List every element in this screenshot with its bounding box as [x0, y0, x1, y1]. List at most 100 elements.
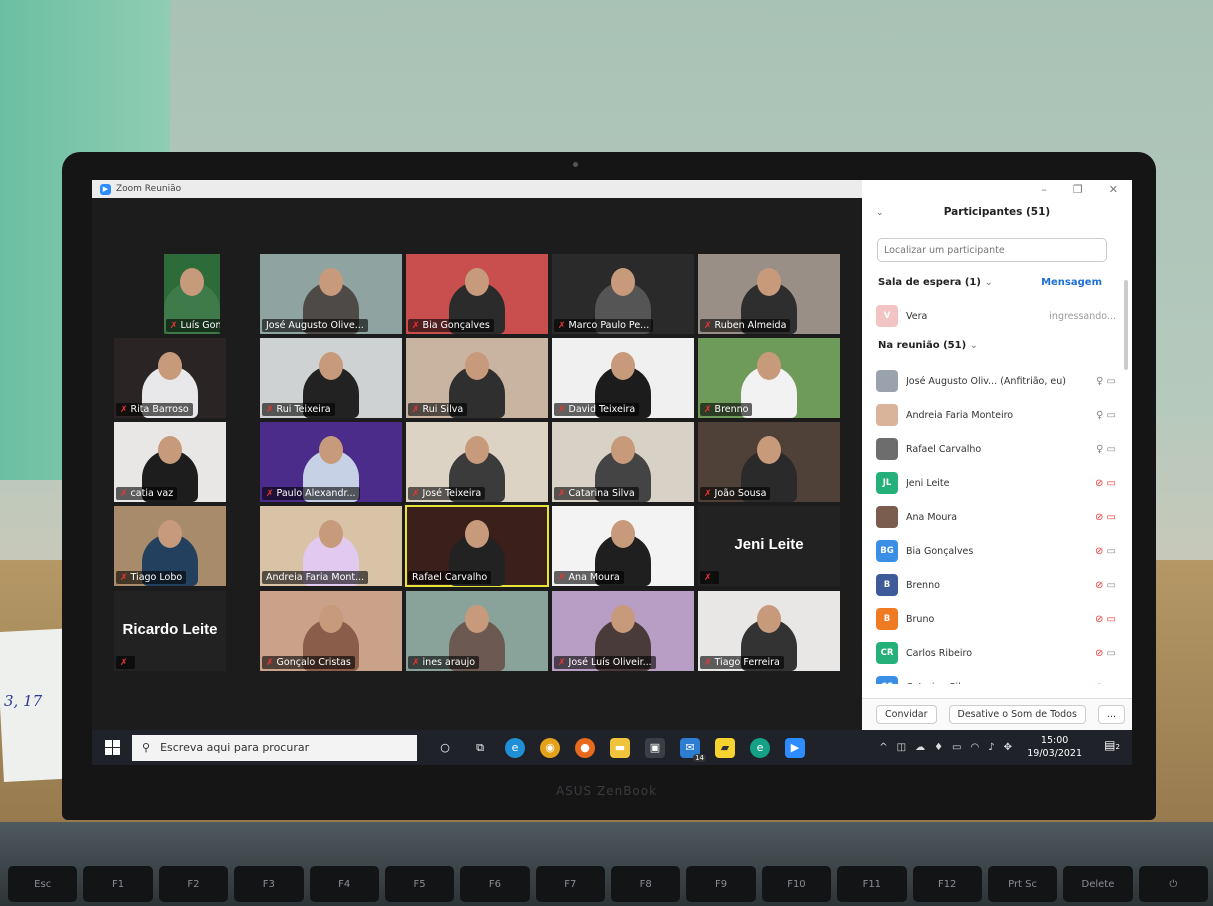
taskbar-clock[interactable]: 15:00 19/03/2021: [1027, 734, 1082, 760]
participant-name: Catarina Silva: [568, 488, 635, 499]
meet-now-icon[interactable]: ◫: [897, 742, 906, 753]
participant-face: [158, 436, 182, 464]
video-tile[interactable]: ✗ Tiago Lobo: [114, 506, 226, 586]
tile-name-label: ✗: [116, 656, 135, 669]
more-button[interactable]: ...: [1097, 705, 1125, 724]
video-tile[interactable]: Jeni Leite ✗: [698, 506, 840, 586]
video-tile[interactable]: ✗ Rui Silva: [406, 338, 548, 418]
participant-name: Marco Paulo Pe...: [568, 320, 650, 331]
video-tile[interactable]: ✗ Marco Paulo Pe...: [552, 254, 694, 334]
video-tile[interactable]: ✗ ines araujo: [406, 591, 548, 671]
video-tile[interactable]: ✗ Ruben Almeida: [698, 254, 840, 334]
avatar: CR: [876, 642, 898, 664]
video-tile[interactable]: ✗ Rui Teixeira: [260, 338, 402, 418]
video-tile[interactable]: Rafael Carvalho: [405, 505, 549, 587]
participant-row[interactable]: B Brenno ⊘ ▭: [876, 568, 1116, 602]
onedrive-icon[interactable]: ☁: [915, 742, 925, 753]
participant-row[interactable]: Rafael Carvalho ♀ ▭: [876, 432, 1116, 466]
tile-name-label: ✗ João Sousa: [700, 487, 771, 500]
participant-row[interactable]: B Bruno ⊘ ▭: [876, 602, 1116, 636]
participants-title: Participantes (51): [943, 206, 1051, 218]
video-tile[interactable]: ✗ Tiago Ferreira: [698, 591, 840, 671]
microphone-icon[interactable]: ♦: [934, 742, 943, 753]
muted-mic-icon: ✗: [120, 573, 128, 583]
muted-mic-icon: ✗: [412, 658, 420, 668]
video-tile[interactable]: ✗ Paulo Alexandr...: [260, 422, 402, 502]
participant-name: Tiago Lobo: [130, 572, 183, 583]
battery-icon[interactable]: ▭: [952, 742, 961, 753]
waiting-room-header[interactable]: Sala de espera (1) ⌄: [878, 277, 993, 288]
waiting-participant[interactable]: V Vera ingressando...: [876, 304, 1116, 328]
participant-search-input[interactable]: [877, 238, 1107, 262]
video-tile[interactable]: ✗Luís Gonçalves: [164, 254, 220, 334]
video-tile[interactable]: ✗ José Teixeira: [406, 422, 548, 502]
video-tile[interactable]: ✗ Bia Gonçalves: [406, 254, 548, 334]
firefox-icon[interactable]: ●: [575, 737, 595, 758]
video-tile[interactable]: Ricardo Leite ✗: [114, 591, 226, 671]
edge-beta-icon[interactable]: e: [750, 737, 770, 758]
muted-mic-icon: ✗: [266, 658, 274, 668]
participant-row[interactable]: JL Jeni Leite ⊘ ▭: [876, 466, 1116, 500]
file-explorer-icon[interactable]: ▬: [610, 737, 630, 758]
taskbar-search-box[interactable]: ⚲ Escreva aqui para procurar: [132, 734, 417, 761]
cortana-icon[interactable]: ○: [435, 738, 455, 758]
edge-icon[interactable]: e: [505, 737, 525, 758]
video-tile[interactable]: ✗ Catarina Silva: [552, 422, 694, 502]
video-tile[interactable]: ✗ David Teixeira: [552, 338, 694, 418]
video-tile[interactable]: ✗ catia vaz: [114, 422, 226, 502]
video-tile[interactable]: ✗ João Sousa: [698, 422, 840, 502]
sticky-notes-icon[interactable]: ▰: [715, 737, 735, 758]
tile-name-label: ✗ Rui Silva: [408, 403, 468, 416]
muted-mic-icon: ✗: [558, 658, 566, 668]
volume-icon[interactable]: ♪: [988, 742, 994, 753]
keyboard-key: ⏻: [1138, 866, 1208, 902]
participant-name: Rui Teixeira: [276, 404, 331, 415]
chevron-up-icon[interactable]: ^: [879, 742, 887, 753]
video-tile[interactable]: José Augusto Olive...: [260, 254, 402, 334]
invite-button[interactable]: Convidar: [876, 705, 937, 724]
mute-all-button[interactable]: Desative o Som de Todos: [948, 705, 1086, 724]
mail-icon[interactable]: ✉ 14: [680, 737, 706, 762]
participant-row[interactable]: José Augusto Oliv... (Anfitrião, eu) ♀ ▭: [876, 364, 1116, 398]
chrome-icon[interactable]: ◉: [540, 737, 560, 758]
participant-row[interactable]: Andreia Faria Monteiro ♀ ▭: [876, 398, 1116, 432]
participant-status-icons: ♀ ▭: [1096, 376, 1116, 387]
close-button[interactable]: ✕: [1109, 183, 1118, 196]
participant-face: [611, 436, 635, 464]
panel-scrollbar[interactable]: [1124, 280, 1128, 370]
muted-mic-icon: ⊘: [1094, 511, 1107, 523]
participant-row[interactable]: CR Carlos Ribeiro ⊘ ▭: [876, 636, 1116, 670]
muted-mic-icon: ✗: [266, 489, 274, 499]
message-button[interactable]: Mensagem: [1041, 277, 1102, 288]
participant-row[interactable]: CS Catarina Silva ⊘ ▭: [876, 670, 1116, 684]
store-icon[interactable]: ▣: [645, 737, 665, 758]
mail-badge: 14: [693, 753, 706, 762]
participant-row[interactable]: Ana Moura ⊘ ▭: [876, 500, 1116, 534]
tile-name-label: ✗ Gonçalo Cristas: [262, 656, 355, 669]
participant-name: Andreia Faria Monteiro: [906, 409, 1014, 421]
participant-row[interactable]: BG Bia Gonçalves ⊘ ▭: [876, 534, 1116, 568]
video-tile[interactable]: ✗ Rita Barroso: [114, 338, 226, 418]
zoom-icon[interactable]: ▶: [785, 737, 805, 758]
video-tile[interactable]: ✗ Ana Moura: [552, 506, 694, 586]
participant-face: [319, 352, 343, 380]
in-meeting-header[interactable]: Na reunião (51) ⌄: [878, 340, 978, 351]
task-view-icon[interactable]: ⧉: [470, 738, 490, 758]
dropbox-icon[interactable]: ✥: [1004, 742, 1012, 753]
wifi-icon[interactable]: ◠: [970, 742, 979, 753]
restore-button[interactable]: ❐: [1073, 183, 1083, 196]
video-tile[interactable]: ✗ José Luís Oliveir...: [552, 591, 694, 671]
notifications-icon[interactable]: ▤2: [1102, 738, 1122, 756]
video-icon: ▭: [1107, 682, 1116, 685]
minimize-button[interactable]: –: [1041, 183, 1047, 196]
video-tile[interactable]: ✗ Gonçalo Cristas: [260, 591, 402, 671]
participant-face: [465, 520, 489, 548]
chevron-down-icon: ⌄: [969, 340, 979, 351]
video-tile[interactable]: Andreia Faria Mont...: [260, 506, 402, 586]
video-stopped-icon: ▭: [1106, 613, 1116, 625]
avatar: [876, 506, 898, 528]
avatar: CS: [876, 676, 898, 684]
windows-start-icon[interactable]: [100, 736, 124, 760]
video-tile[interactable]: ✗ Brenno: [698, 338, 840, 418]
muted-mic-icon: ⊘: [1094, 613, 1107, 625]
